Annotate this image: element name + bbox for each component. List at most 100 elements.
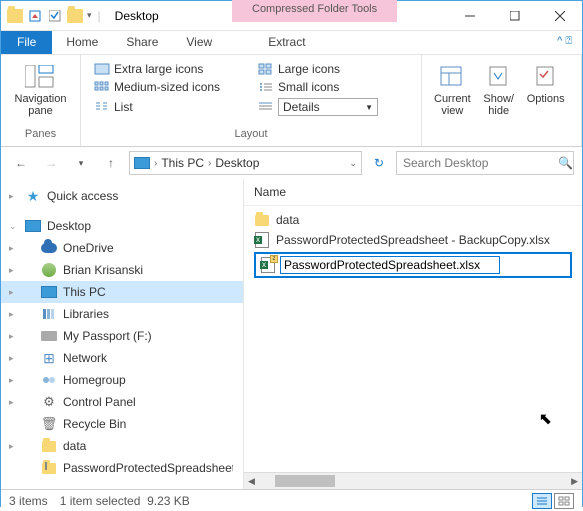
desktop-icon xyxy=(25,218,41,234)
breadcrumb[interactable]: › This PC › Desktop ⌄ xyxy=(129,151,362,175)
context-tab-header: Compressed Folder Tools xyxy=(232,0,397,22)
horizontal-scrollbar[interactable]: ◀ ▶ xyxy=(244,472,582,489)
qat-checkbox-icon[interactable] xyxy=(47,8,63,24)
onedrive-item[interactable]: ▸OneDrive xyxy=(1,237,243,259)
homegroup-icon xyxy=(41,372,57,388)
scroll-left-icon[interactable]: ◀ xyxy=(244,476,259,487)
recycle-bin-icon: 🗑 xyxy=(41,416,57,432)
title-separator: | xyxy=(98,9,101,23)
view-tab[interactable]: View xyxy=(172,31,226,54)
rename-selection-box[interactable]: z xyxy=(254,252,572,278)
folder-title-icon xyxy=(67,8,83,24)
large-icons-button[interactable]: Large icons xyxy=(255,61,411,77)
xlsx-icon xyxy=(254,232,270,248)
expand-icon[interactable]: ▸ xyxy=(9,331,14,342)
share-tab[interactable]: Share xyxy=(112,31,172,54)
libraries-item[interactable]: ▸Libraries xyxy=(1,303,243,325)
xlsx-zip-icon: z xyxy=(260,257,276,273)
navigation-pane-button[interactable]: Navigation pane xyxy=(11,59,71,121)
search-icon[interactable]: 🔍 xyxy=(558,156,573,170)
show-hide-button[interactable]: Show/ hide xyxy=(479,59,519,121)
expand-icon[interactable]: ▸ xyxy=(9,309,14,320)
libraries-icon xyxy=(41,306,57,322)
desktop-tree-item[interactable]: ⌄Desktop xyxy=(1,215,243,237)
breadcrumb-dropdown-icon[interactable]: ⌄ xyxy=(349,158,357,169)
large-icon xyxy=(258,63,274,75)
name-column-header[interactable]: Name xyxy=(244,179,582,206)
status-bar: 3 items 1 item selected 9.23 KB xyxy=(1,489,582,511)
medium-icons-button[interactable]: Medium-sized icons xyxy=(91,79,247,95)
minimize-button[interactable] xyxy=(447,1,492,30)
thumbnails-view-toggle[interactable] xyxy=(554,493,574,509)
qat-dropdown-icon[interactable]: ▾ xyxy=(87,10,92,21)
this-pc-item[interactable]: ▸This PC xyxy=(1,281,243,303)
details-icon xyxy=(258,101,274,113)
zip-file-item[interactable]: PasswordProtectedSpreadsheet.zip xyxy=(1,457,243,479)
quick-access-item[interactable]: ▸★Quick access xyxy=(1,185,243,207)
recycle-bin-item[interactable]: 🗑Recycle Bin xyxy=(1,413,243,435)
refresh-button[interactable]: ↻ xyxy=(368,156,390,170)
extra-large-icon xyxy=(94,63,110,75)
qat-properties-icon[interactable] xyxy=(27,8,43,24)
search-input[interactable] xyxy=(403,156,558,170)
expand-icon[interactable]: ▸ xyxy=(9,243,14,254)
back-button[interactable]: ← xyxy=(9,151,33,175)
file-row-backup[interactable]: PasswordProtectedSpreadsheet - BackupCop… xyxy=(254,230,572,250)
breadcrumb-this-pc[interactable]: This PC xyxy=(161,156,204,170)
collapse-icon[interactable]: ⌄ xyxy=(9,221,17,232)
file-tab[interactable]: File xyxy=(1,31,52,54)
list-icon xyxy=(94,101,110,113)
small-icons-button[interactable]: Small icons xyxy=(255,79,411,95)
item-count: 3 items xyxy=(9,494,48,508)
expand-icon[interactable]: ▸ xyxy=(9,353,14,364)
control-panel-item[interactable]: ▸⚙Control Panel xyxy=(1,391,243,413)
zip-icon xyxy=(41,460,57,476)
star-icon: ★ xyxy=(25,188,41,204)
expand-icon[interactable]: ▸ xyxy=(9,265,14,276)
network-item[interactable]: ▸⊞Network xyxy=(1,347,243,369)
recent-locations-button[interactable]: ▾ xyxy=(69,151,93,175)
scroll-right-icon[interactable]: ▶ xyxy=(567,476,582,487)
list-button[interactable]: List xyxy=(91,97,247,117)
close-button[interactable] xyxy=(537,1,582,30)
expand-icon[interactable]: ▸ xyxy=(9,375,14,386)
search-box[interactable]: 🔍 xyxy=(396,151,574,175)
file-view[interactable]: Name data PasswordProtectedSpreadsheet -… xyxy=(244,179,582,489)
medium-icon xyxy=(94,81,110,93)
extract-tab[interactable]: Extract xyxy=(254,31,319,54)
ribbon-collapse-icon[interactable]: ^ ⍰ xyxy=(547,31,582,54)
folder-app-icon xyxy=(7,8,23,24)
options-icon xyxy=(530,63,562,91)
drive-icon xyxy=(41,328,57,344)
forward-button[interactable]: → xyxy=(39,151,63,175)
navigation-pane-icon xyxy=(24,63,56,91)
details-button[interactable]: Details▼ xyxy=(255,97,411,117)
home-tab[interactable]: Home xyxy=(52,31,112,54)
expand-icon[interactable]: ▸ xyxy=(9,191,14,202)
onedrive-icon xyxy=(41,240,57,256)
navigation-pane[interactable]: ▸★Quick access ⌄Desktop ▸OneDrive ▸Brian… xyxy=(1,179,244,489)
user-item[interactable]: ▸Brian Krisanski xyxy=(1,259,243,281)
expand-icon[interactable]: ▸ xyxy=(9,441,14,452)
extra-large-icons-button[interactable]: Extra large icons xyxy=(91,61,247,77)
chevron-right-icon[interactable]: › xyxy=(208,158,211,169)
current-view-button[interactable]: Current view xyxy=(430,59,475,121)
details-dropdown[interactable]: Details▼ xyxy=(278,98,378,116)
show-hide-icon xyxy=(483,63,515,91)
chevron-down-icon: ▼ xyxy=(365,103,373,112)
homegroup-item[interactable]: ▸Homegroup xyxy=(1,369,243,391)
expand-icon[interactable]: ▸ xyxy=(9,397,14,408)
maximize-button[interactable] xyxy=(492,1,537,30)
up-button[interactable]: ↑ xyxy=(99,151,123,175)
scrollbar-thumb[interactable] xyxy=(275,475,335,487)
options-button[interactable]: Options xyxy=(523,59,569,121)
chevron-right-icon[interactable]: › xyxy=(154,158,157,169)
passport-drive-item[interactable]: ▸My Passport (F:) xyxy=(1,325,243,347)
expand-icon[interactable]: ▸ xyxy=(9,287,14,298)
breadcrumb-desktop[interactable]: Desktop xyxy=(215,156,259,170)
details-view-toggle[interactable] xyxy=(532,493,552,509)
folder-icon xyxy=(41,438,57,454)
rename-input[interactable] xyxy=(280,256,500,274)
data-folder-item[interactable]: ▸data xyxy=(1,435,243,457)
folder-row[interactable]: data xyxy=(254,210,572,230)
